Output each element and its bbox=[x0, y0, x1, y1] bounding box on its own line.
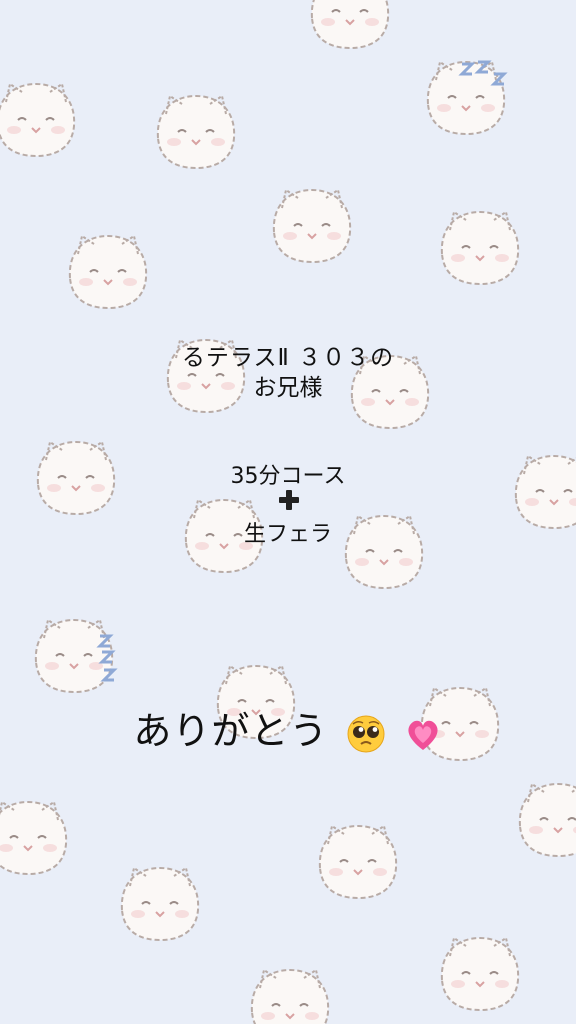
pleading-face-icon bbox=[347, 715, 384, 752]
cat-decoration bbox=[156, 95, 236, 169]
customer-text: お兄様 bbox=[253, 375, 323, 401]
cat-decoration bbox=[440, 211, 520, 285]
thanks-text: ありがとう bbox=[133, 709, 329, 753]
location-text: るテラスⅡ ３０３の bbox=[181, 345, 395, 371]
cat-decoration bbox=[250, 969, 330, 1024]
growing-heart-icon bbox=[408, 720, 438, 750]
thanks-message: ありがとう bbox=[0, 700, 576, 755]
cat-decoration bbox=[0, 801, 68, 875]
option-text: 生フェラ bbox=[243, 522, 332, 547]
cat-decoration bbox=[518, 783, 576, 857]
cat-decoration bbox=[272, 189, 352, 263]
cat-decoration bbox=[440, 937, 520, 1011]
cat-decoration bbox=[318, 825, 398, 899]
course-text: 35分コース bbox=[230, 464, 346, 489]
cat-decoration bbox=[68, 235, 148, 309]
cat-decoration bbox=[120, 867, 200, 941]
plus-icon bbox=[279, 490, 299, 510]
cat-decoration bbox=[310, 0, 390, 49]
cat-decoration bbox=[0, 83, 76, 157]
cat-pattern-background bbox=[0, 0, 576, 1024]
